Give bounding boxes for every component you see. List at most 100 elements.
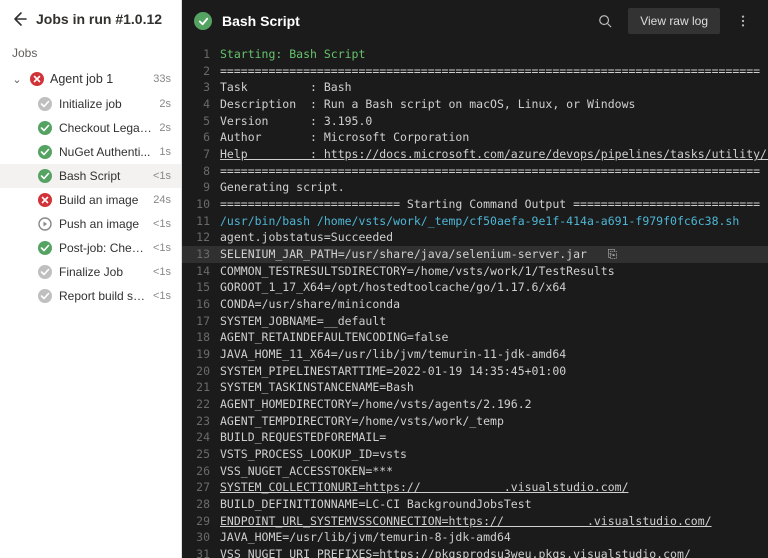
line-text: SYSTEM_JOBNAME=__default <box>220 313 386 330</box>
line-text: AGENT_HOMEDIRECTORY=/home/vsts/agents/2.… <box>220 396 532 413</box>
log-line[interactable]: 8=======================================… <box>182 163 768 180</box>
line-number: 22 <box>182 396 220 413</box>
log-line[interactable]: 15GOROOT_1_17_X64=/opt/hostedtoolcache/g… <box>182 279 768 296</box>
search-icon[interactable] <box>592 8 618 34</box>
step-row[interactable]: Push an image <1s <box>0 212 181 236</box>
step-list: Initialize job2sCheckout Legal...2sNuGet… <box>0 92 181 308</box>
step-time: 24s <box>153 194 171 206</box>
more-icon[interactable] <box>730 8 756 34</box>
line-text: AGENT_TEMPDIRECTORY=/home/vsts/work/_tem… <box>220 413 504 430</box>
job-time: 33s <box>153 73 171 85</box>
step-name: Bash Script <box>59 169 146 183</box>
log-line[interactable]: 16CONDA=/usr/share/miniconda <box>182 296 768 313</box>
log-title: Bash Script <box>222 13 582 29</box>
step-time: <1s <box>153 218 171 230</box>
line-text: VSS_NUGET_ACCESSTOKEN=*** <box>220 463 393 480</box>
log-line[interactable]: 24BUILD_REQUESTEDFOREMAIL= <box>182 429 768 446</box>
log-line[interactable]: 30JAVA_HOME=/usr/lib/jvm/temurin-8-jdk-a… <box>182 529 768 546</box>
line-text: BUILD_DEFINITIONNAME=LC-CI BackgroundJob… <box>220 496 532 513</box>
step-name: Push an image <box>59 217 146 231</box>
line-number: 29 <box>182 513 220 530</box>
line-text: SELENIUM_JAR_PATH=/usr/share/java/seleni… <box>220 246 617 263</box>
log-line[interactable]: 22AGENT_HOMEDIRECTORY=/home/vsts/agents/… <box>182 396 768 413</box>
log-line[interactable]: 31VSS_NUGET_URI_PREFIXES=https://pkgspro… <box>182 546 768 558</box>
line-text: JAVA_HOME=/usr/lib/jvm/temurin-8-jdk-amd… <box>220 529 511 546</box>
status-success-icon <box>38 169 52 183</box>
log-line[interactable]: 25VSTS_PROCESS_LOOKUP_ID=vsts <box>182 446 768 463</box>
line-number: 11 <box>182 213 220 230</box>
log-line[interactable]: 28BUILD_DEFINITIONNAME=LC-CI BackgroundJ… <box>182 496 768 513</box>
log-line[interactable]: 17SYSTEM_JOBNAME=__default <box>182 313 768 330</box>
log-line[interactable]: 4Description : Run a Bash script on macO… <box>182 96 768 113</box>
log-line[interactable]: 10========================== Starting Co… <box>182 196 768 213</box>
line-number: 4 <box>182 96 220 113</box>
log-line[interactable]: 12agent.jobstatus=Succeeded <box>182 229 768 246</box>
line-text: GOROOT_1_17_X64=/opt/hostedtoolcache/go/… <box>220 279 566 296</box>
step-time: <1s <box>153 290 171 302</box>
step-row[interactable]: Initialize job2s <box>0 92 181 116</box>
log-lines[interactable]: 1Starting: Bash Script2=================… <box>182 42 768 558</box>
line-text: SYSTEM_TASKINSTANCENAME=Bash <box>220 379 414 396</box>
step-name: Report build st... <box>59 289 146 303</box>
line-text: agent.jobstatus=Succeeded <box>220 229 393 246</box>
back-button[interactable] <box>10 10 28 28</box>
log-line[interactable]: 21SYSTEM_TASKINSTANCENAME=Bash <box>182 379 768 396</box>
line-text: ========================================… <box>220 63 760 80</box>
log-line[interactable]: 23AGENT_TEMPDIRECTORY=/home/vsts/work/_t… <box>182 413 768 430</box>
log-line[interactable]: 7Help : https://docs.microsoft.com/azure… <box>182 146 768 163</box>
log-line[interactable]: 6Author : Microsoft Corporation <box>182 129 768 146</box>
log-header: Bash Script View raw log <box>182 0 768 42</box>
log-line[interactable]: 29ENDPOINT_URL_SYSTEMVSSCONNECTION=https… <box>182 513 768 530</box>
jobs-section-label: Jobs <box>0 42 181 66</box>
log-line[interactable]: 1Starting: Bash Script <box>182 46 768 63</box>
step-time: 2s <box>159 122 171 134</box>
status-fail-icon <box>30 72 44 86</box>
line-number: 21 <box>182 379 220 396</box>
step-time: 2s <box>159 98 171 110</box>
status-pending-icon <box>38 289 52 303</box>
log-line[interactable]: 14COMMON_TESTRESULTSDIRECTORY=/home/vsts… <box>182 263 768 280</box>
step-row[interactable]: Report build st... <1s <box>0 284 181 308</box>
log-line[interactable]: 27SYSTEM_COLLECTIONURI=https:// .visuals… <box>182 479 768 496</box>
chevron-down-icon[interactable]: ⌄ <box>10 73 24 86</box>
line-number: 1 <box>182 46 220 63</box>
log-line[interactable]: 11/usr/bin/bash /home/vsts/work/_temp/cf… <box>182 213 768 230</box>
run-title: Jobs in run #1.0.12 <box>36 11 162 27</box>
job-row[interactable]: ⌄ Agent job 1 33s <box>0 66 181 92</box>
step-row[interactable]: Bash Script <1s <box>0 164 181 188</box>
log-line[interactable]: 26VSS_NUGET_ACCESSTOKEN=*** <box>182 463 768 480</box>
line-number: 27 <box>182 479 220 496</box>
step-row[interactable]: Finalize Job<1s <box>0 260 181 284</box>
step-name: Build an image <box>59 193 146 207</box>
status-success-icon <box>194 12 212 30</box>
log-panel: Bash Script View raw log 1Starting: Bash… <box>182 0 768 558</box>
view-raw-log-button[interactable]: View raw log <box>628 8 720 34</box>
line-number: 14 <box>182 263 220 280</box>
status-success-icon <box>38 121 52 135</box>
line-text: ========================== Starting Comm… <box>220 196 760 213</box>
line-number: 31 <box>182 546 220 558</box>
log-line[interactable]: 19JAVA_HOME_11_X64=/usr/lib/jvm/temurin-… <box>182 346 768 363</box>
line-number: 12 <box>182 229 220 246</box>
line-number: 13 <box>182 246 220 263</box>
line-text: Help : https://docs.microsoft.com/azure/… <box>220 146 768 163</box>
status-success-icon <box>38 241 52 255</box>
log-line[interactable]: 20SYSTEM_PIPELINESTARTTIME=2022-01-19 14… <box>182 363 768 380</box>
log-line[interactable]: 13SELENIUM_JAR_PATH=/usr/share/java/sele… <box>182 246 768 263</box>
log-line[interactable]: 3Task : Bash <box>182 79 768 96</box>
status-pending-icon <box>38 265 52 279</box>
step-row[interactable]: NuGet Authenti...1s <box>0 140 181 164</box>
line-text: ========================================… <box>220 163 760 180</box>
log-line[interactable]: 5Version : 3.195.0 <box>182 113 768 130</box>
line-text: SYSTEM_COLLECTIONURI=https:// .visualstu… <box>220 479 629 496</box>
step-time: <1s <box>153 170 171 182</box>
log-line[interactable]: 2=======================================… <box>182 63 768 80</box>
step-row[interactable]: Checkout Legal...2s <box>0 116 181 140</box>
line-text: VSS_NUGET_URI_PREFIXES=https://pkgsprods… <box>220 546 691 558</box>
line-number: 23 <box>182 413 220 430</box>
log-line[interactable]: 18AGENT_RETAINDEFAULTENCODING=false <box>182 329 768 346</box>
line-text: COMMON_TESTRESULTSDIRECTORY=/home/vsts/w… <box>220 263 615 280</box>
log-line[interactable]: 9Generating script. <box>182 179 768 196</box>
step-row[interactable]: Build an image 24s <box>0 188 181 212</box>
step-row[interactable]: Post-job: Chec...<1s <box>0 236 181 260</box>
